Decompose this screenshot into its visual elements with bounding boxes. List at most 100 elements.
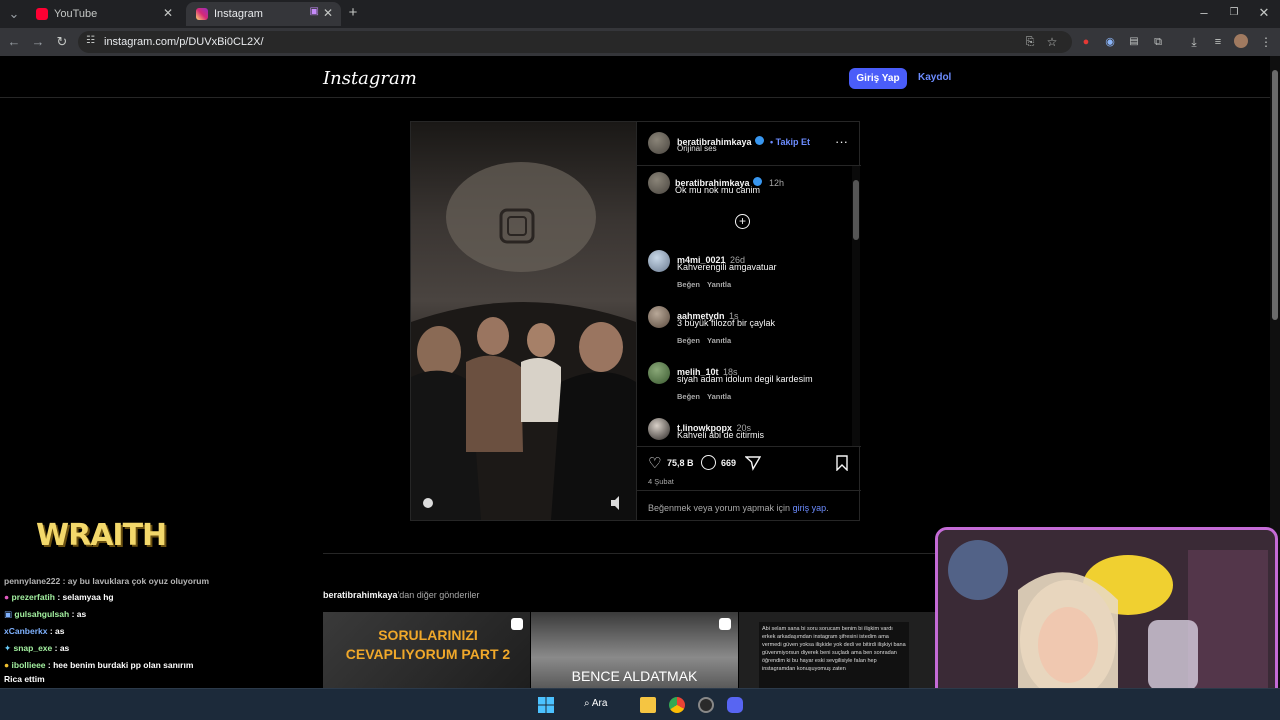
more-posts-username[interactable]: beratibrahimkaya [323, 590, 398, 600]
reading-list-icon[interactable]: ≡ [1210, 34, 1226, 50]
post-card: beratibrahimkaya • Takip Et Orijinal ses… [410, 121, 861, 521]
restore-icon[interactable]: ❐ [1226, 5, 1242, 21]
comments-scroll-thumb[interactable] [853, 180, 859, 240]
like-comment-button[interactable]: Beğen [677, 392, 700, 401]
chat-text: : as [49, 626, 65, 636]
comment-avatar[interactable] [648, 250, 670, 272]
more-post-thumb[interactable]: BENCE ALDATMAK [531, 612, 738, 688]
comment-avatar[interactable] [648, 306, 670, 328]
windows-taskbar: ⌕ Ara [0, 688, 1280, 720]
divider [637, 490, 861, 491]
comment-text: Kahveli abi de citirmis [677, 430, 765, 440]
comment-avatar[interactable] [648, 362, 670, 384]
site-info-icon[interactable]: ☷ [86, 35, 95, 46]
chat-user: gulsahgulsah [14, 609, 70, 619]
tab-list-icon[interactable]: ⌄ [6, 6, 22, 22]
more-posts-heading: beratibrahimkaya'dan diğer gönderiler [323, 590, 479, 600]
heart-icon[interactable]: ♡ [648, 454, 661, 472]
post-sidebar: beratibrahimkaya • Takip Et Orijinal ses… [636, 122, 861, 520]
media-playing-icon: ▣ [309, 6, 319, 17]
close-window-icon[interactable]: ✕ [1256, 5, 1272, 21]
chat-user: snap_exe [13, 643, 53, 653]
more-post-thumb[interactable]: SORULARINIZI CEVAPLIYORUM PART 2 [323, 612, 530, 688]
save-icon[interactable] [835, 455, 849, 471]
share-icon[interactable] [745, 455, 761, 471]
comments-scrollbar[interactable] [852, 166, 860, 446]
brand-logo: WRAITH [36, 518, 167, 553]
comment-text: Kahverengili amgavatuar [677, 262, 777, 272]
chat-badge-icon: ▣ [4, 609, 13, 619]
back-icon[interactable]: ← [6, 34, 22, 50]
login-button[interactable]: Giriş Yap [849, 68, 907, 89]
new-tab-icon[interactable]: + [345, 5, 361, 21]
audio-label[interactable]: Orijinal ses [677, 144, 717, 153]
bookmark-star-icon[interactable]: ☆ [1044, 34, 1060, 50]
login-link[interactable]: giriş yap [793, 503, 827, 513]
menu-icon[interactable]: ⋮ [1258, 34, 1274, 50]
post-video[interactable] [411, 122, 636, 520]
stream-chat: pennylane222 : ay bu lavuklara çok oyuz … [0, 572, 330, 688]
chat-user: ibollieee [11, 660, 46, 670]
extension-icon[interactable]: ● [1078, 34, 1094, 50]
more-options-icon[interactable]: ··· [835, 134, 848, 149]
reload-icon[interactable]: ↻ [54, 34, 70, 50]
login-prompt-suffix: . [826, 503, 829, 513]
more-post-thumb[interactable]: Abi selam sana bi soru sorucam benim bi … [739, 612, 935, 688]
divider [637, 165, 861, 166]
profile-avatar[interactable] [1234, 34, 1248, 48]
page-scroll-thumb[interactable] [1272, 70, 1278, 320]
download-icon[interactable]: ⤓ [1186, 34, 1202, 50]
author-avatar[interactable] [648, 132, 670, 154]
comments-count: 669 [721, 458, 737, 468]
close-icon[interactable]: ✕ [163, 6, 173, 20]
chat-badge-icon: ● [4, 660, 10, 670]
reply-button[interactable]: Yanıtla [707, 392, 731, 401]
reply-button[interactable]: Yanıtla [707, 280, 731, 289]
discord-icon[interactable] [727, 697, 743, 713]
url-text[interactable]: instagram.com/p/DUVxBi0CL2X/ [104, 36, 264, 48]
caption-text: Ok mu nok mu canim [675, 185, 761, 195]
chat-text: : hee benim burdaki pp olan sanırım [47, 660, 194, 670]
tab-strip: ⌄ YouTube ✕ Instagram ▣ ✕ + – ❐ ✕ [0, 0, 1280, 28]
instagram-logo[interactable]: Instagram [323, 68, 417, 89]
taskbar-search[interactable]: ⌕ Ara [584, 698, 607, 709]
tab-title: Instagram [214, 8, 263, 20]
reel-icon [719, 618, 731, 630]
extensions-puzzle-icon[interactable]: ⧉ [1150, 34, 1166, 50]
like-comment-button[interactable]: Beğen [677, 280, 700, 289]
thumb-text: SORULARINIZI CEVAPLIYORUM PART 2 [345, 627, 511, 662]
close-icon[interactable]: ✕ [323, 6, 333, 20]
follow-button[interactable]: • Takip Et [770, 137, 810, 147]
chat-message: ● ibollieee : hee benim burdaki pp olan … [4, 660, 193, 670]
caption-avatar[interactable] [648, 172, 670, 194]
chat-text: : as [54, 643, 70, 653]
chat-message: Rica ettim [4, 674, 45, 684]
install-app-icon[interactable]: ⎘ [1022, 34, 1038, 50]
reel-icon [511, 618, 523, 630]
extension-icon[interactable]: ▤ [1126, 34, 1142, 50]
instagram-header: Instagram Giriş Yap Kaydol [0, 56, 1270, 98]
file-explorer-icon[interactable] [640, 697, 656, 713]
like-comment-button[interactable]: Beğen [677, 336, 700, 345]
tab-youtube[interactable]: YouTube ✕ [26, 2, 181, 26]
thumb-text: Abi selam sana bi soru sorucam benim bi … [759, 622, 909, 688]
caption-time: 12h [769, 178, 785, 188]
tab-instagram[interactable]: Instagram ▣ ✕ [186, 2, 341, 26]
comment-icon[interactable] [701, 455, 716, 470]
signup-link[interactable]: Kaydol [918, 72, 951, 83]
load-more-comments-icon[interactable]: + [735, 214, 750, 229]
reply-button[interactable]: Yanıtla [707, 336, 731, 345]
video-frame [411, 162, 636, 520]
minimize-icon[interactable]: – [1196, 5, 1212, 21]
app-icon[interactable] [698, 697, 714, 713]
forward-icon[interactable]: → [30, 34, 46, 50]
divider [637, 446, 861, 447]
extension-icon[interactable]: ◉ [1102, 34, 1118, 50]
chat-text: Rica ettim [4, 674, 45, 684]
search-label: Ara [591, 698, 608, 709]
chrome-icon[interactable] [669, 697, 685, 713]
windows-start-icon[interactable] [538, 697, 554, 713]
comment-avatar[interactable] [648, 418, 670, 440]
chat-badge-icon: ✦ [4, 643, 12, 653]
login-prompt: Beğenmek veya yorum yapmak için giriş ya… [648, 503, 829, 513]
